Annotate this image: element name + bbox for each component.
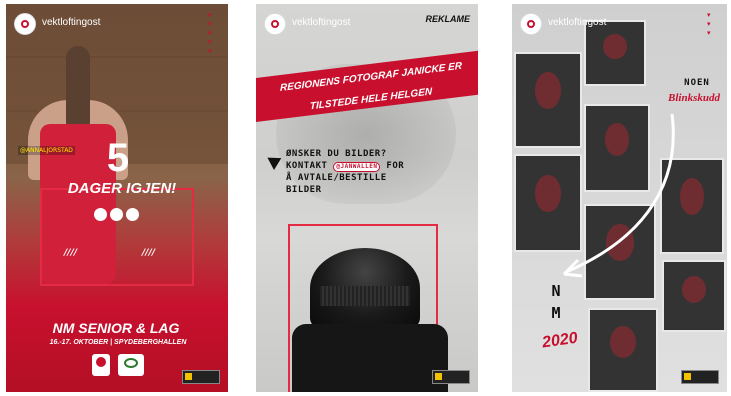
- nm-letter-m: M: [551, 304, 561, 322]
- event-title: NM SENIOR & LAG: [52, 320, 180, 336]
- story-panel-highlights[interactable]: vektloftingost ▾ ▾ ▾ NOEN Blinkskudd N M 2…: [512, 4, 727, 392]
- event-date-venue: 16.-17. OKTOBER | SPYDEBERGHALLEN: [49, 339, 187, 346]
- mention-tag[interactable]: @ANNALJORSTAD: [18, 146, 75, 155]
- ad-label: REKLAME: [425, 14, 471, 24]
- dots-decoration: [94, 206, 154, 222]
- caption-highlight: Blinkskudd: [668, 92, 720, 104]
- avatar[interactable]: [14, 13, 36, 35]
- account-name[interactable]: vektloftingost: [42, 17, 100, 28]
- contact-text: ØNSKER DU BILDER? KONTAKT @JANWALLEN FOR…: [286, 148, 466, 196]
- sponsor-sticker: [432, 370, 470, 384]
- mention-tag[interactable]: @JANWALLEN: [333, 162, 381, 172]
- story-header: vektloftingost ▾ ▾ ▾ ▾ ▾: [14, 12, 220, 55]
- red-frame-outline: [40, 188, 194, 286]
- slash-decoration-left: ////: [64, 248, 78, 258]
- account-name[interactable]: vektloftingost: [548, 17, 606, 28]
- slash-decoration-right: ////: [142, 248, 156, 258]
- curved-arrow-icon: [562, 113, 675, 278]
- contact-line-4: BILDER: [286, 185, 322, 195]
- story-panel-countdown[interactable]: vektloftingost ▾ ▾ ▾ ▾ ▾ @ANNALJORSTAD 5 DAG…: [6, 4, 228, 392]
- chevron-down-icons: ▾ ▾ ▾: [707, 11, 711, 37]
- account-name[interactable]: vektloftingost: [292, 17, 350, 28]
- camera-photo: [292, 248, 448, 392]
- countdown-text: DAGER IGJEN!: [67, 180, 177, 197]
- story-panel-photographer[interactable]: vektloftingost REKLAME REGIONENS FOTOGRA…: [256, 4, 478, 392]
- countdown-number: 5: [106, 136, 130, 180]
- nm-letters: N M: [536, 280, 576, 324]
- club-logo: [118, 354, 144, 376]
- federation-logo: [92, 354, 110, 376]
- contact-line-3: Å AVTALE/BESTILLE: [286, 173, 387, 183]
- photo-tile: [588, 308, 658, 392]
- nm-letter-n: N: [551, 282, 561, 300]
- chevron-down-icons: ▾ ▾ ▾ ▾ ▾: [208, 11, 212, 55]
- contact-line: KONTAKT @JANWALLEN FOR: [286, 161, 405, 172]
- avatar[interactable]: [264, 13, 286, 35]
- sponsor-sticker: [182, 370, 220, 384]
- story-header: vektloftingost ▾ ▾ ▾: [520, 11, 719, 39]
- avatar[interactable]: [520, 13, 542, 35]
- question-text: ØNSKER DU BILDER?: [286, 149, 387, 159]
- sponsor-sticker: [681, 370, 719, 384]
- caption-top: NOEN: [684, 78, 710, 88]
